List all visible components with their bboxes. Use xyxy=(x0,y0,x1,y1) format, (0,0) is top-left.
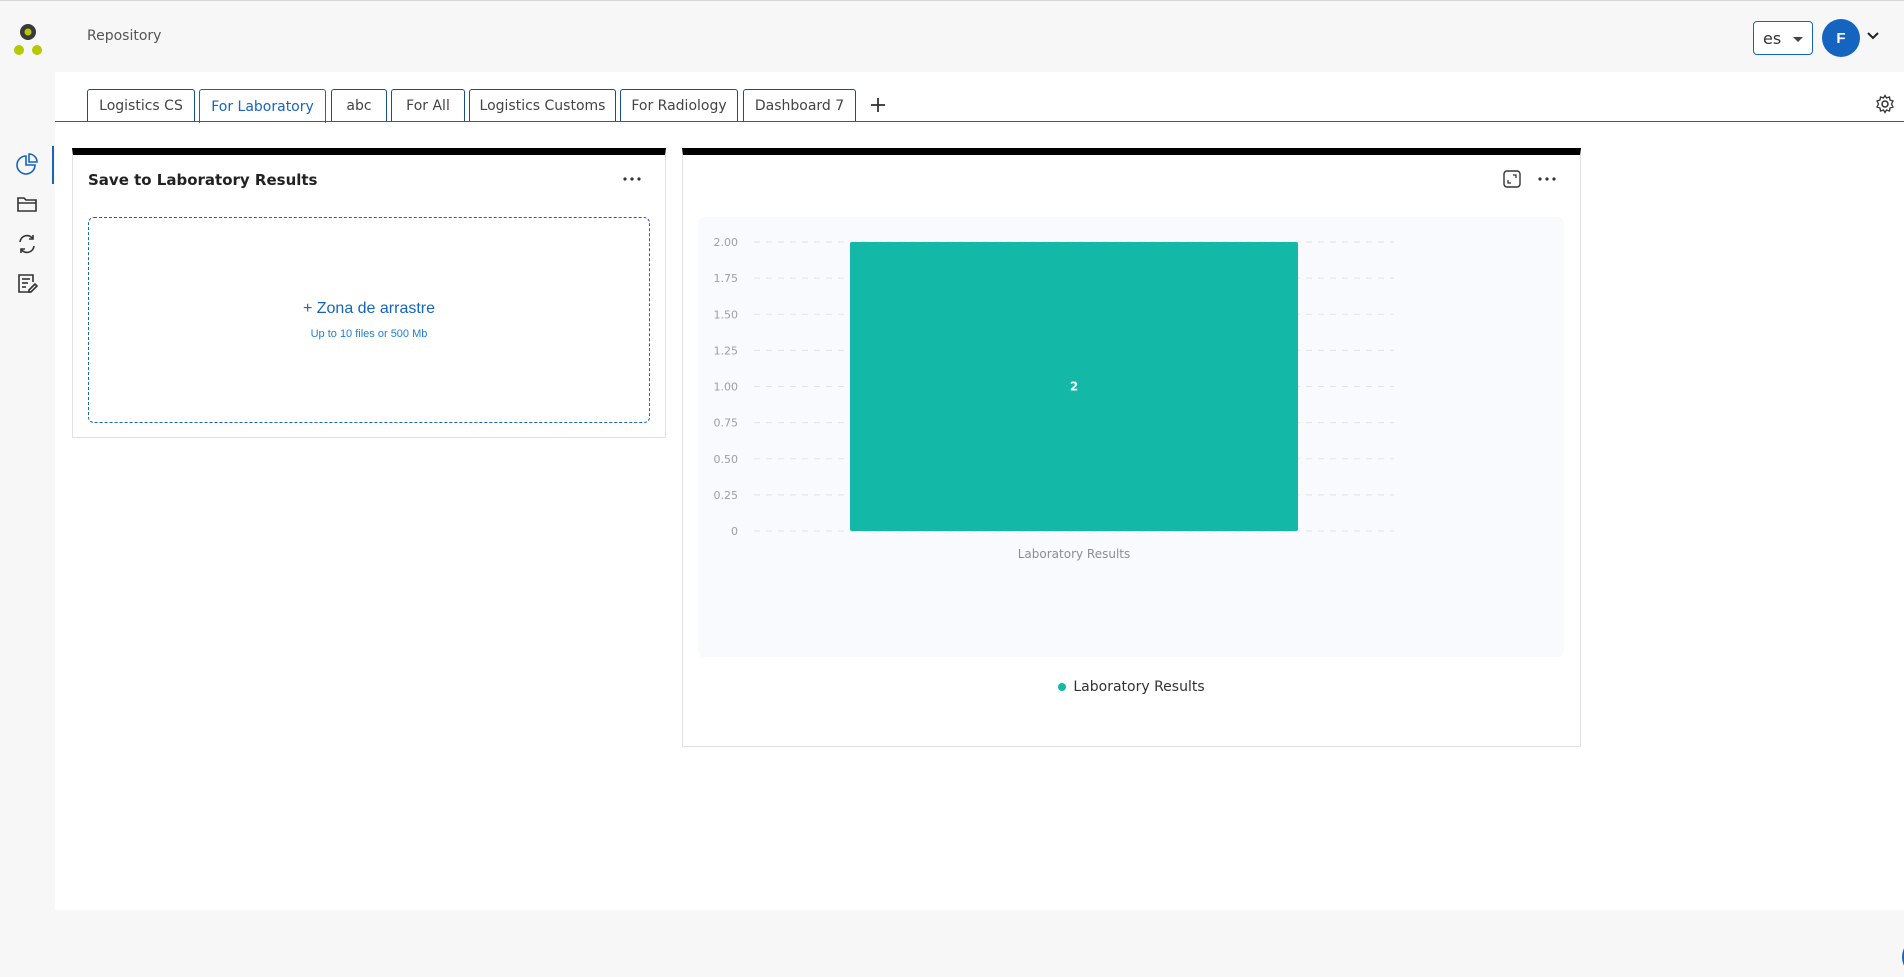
app-title: Repository xyxy=(87,28,162,44)
chart-legend[interactable]: Laboratory Results xyxy=(683,679,1580,695)
chevron-down-icon[interactable] xyxy=(1866,29,1880,43)
dropzone-subtitle: Up to 10 files or 500 Mb xyxy=(310,328,428,340)
sidebar xyxy=(0,72,55,910)
app-logo-icon[interactable] xyxy=(12,23,44,57)
y-tick-label: 1.25 xyxy=(714,344,739,357)
more-options-icon[interactable] xyxy=(1536,169,1558,189)
more-options-icon[interactable] xyxy=(621,169,643,189)
dropzone-title: + Zona de arrastre xyxy=(302,300,436,317)
folder-icon[interactable] xyxy=(15,192,39,216)
y-tick-label: 0 xyxy=(731,525,738,538)
sync-icon[interactable] xyxy=(15,232,39,256)
user-avatar[interactable]: F xyxy=(1822,19,1860,57)
edit-document-icon[interactable] xyxy=(15,272,39,296)
y-tick-label: 0.25 xyxy=(714,489,739,502)
expand-icon[interactable] xyxy=(1502,169,1522,189)
pie-chart-icon[interactable] xyxy=(15,152,39,176)
bar-chart: 0 0.25 0.50 0.75 1.00 1.25 1.50 1.75 2.00 2 Labora… xyxy=(714,236,1394,561)
file-dropzone[interactable]: + Zona de arrastre Up to 10 files or 500… xyxy=(88,217,650,423)
y-tick-label: 1.75 xyxy=(714,272,739,285)
tab-for-laboratory[interactable]: For Laboratory xyxy=(199,89,326,123)
language-value: es xyxy=(1763,28,1782,48)
language-select[interactable]: es xyxy=(1753,21,1813,55)
bar-value-label: 2 xyxy=(1070,380,1078,394)
y-tick-label: 0.75 xyxy=(714,417,739,430)
sidebar-active-indicator xyxy=(52,146,54,184)
chart-widget-card: 0 0.25 0.50 0.75 1.00 1.25 1.50 1.75 2.00 2 Labora… xyxy=(682,148,1581,747)
tab-for-radiology[interactable]: For Radiology xyxy=(620,89,738,122)
y-tick-label: 0.50 xyxy=(714,453,739,466)
caret-down-icon xyxy=(1793,37,1803,42)
tab-dashboard-7[interactable]: Dashboard 7 xyxy=(743,89,856,122)
y-tick-label: 1.00 xyxy=(714,381,739,394)
y-tick-label: 2.00 xyxy=(714,236,739,249)
add-tab-icon[interactable] xyxy=(867,94,889,116)
tabs-divider xyxy=(55,121,1904,122)
chart-area: 0 0.25 0.50 0.75 1.00 1.25 1.50 1.75 2.00 2 Labora… xyxy=(698,217,1564,657)
top-bar: Repository es F xyxy=(0,0,1904,72)
tab-abc[interactable]: abc xyxy=(331,89,387,122)
tab-logistics-customs[interactable]: Logistics Customs xyxy=(469,89,616,122)
x-category-label: Laboratory Results xyxy=(1018,547,1131,561)
tab-for-all[interactable]: For All xyxy=(391,89,465,122)
upload-widget-card: Save to Laboratory Results + Zona de arr… xyxy=(72,148,666,438)
main-content: Logistics CS For Laboratory abc For All … xyxy=(55,72,1904,977)
legend-dot xyxy=(1058,683,1067,691)
y-tick-label: 1.50 xyxy=(714,308,739,321)
legend-label: Laboratory Results xyxy=(1073,679,1205,695)
upload-widget-title: Save to Laboratory Results xyxy=(88,171,318,189)
tab-logistics-cs[interactable]: Logistics CS xyxy=(87,89,195,122)
gear-icon[interactable] xyxy=(1875,94,1895,114)
